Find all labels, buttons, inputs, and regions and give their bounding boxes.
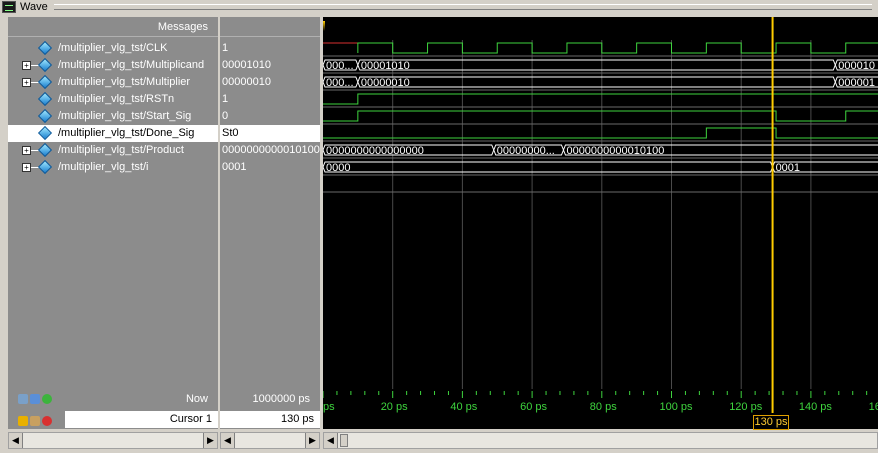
bus-value-label: 0000 xyxy=(326,162,350,174)
signal-names-pane: Messages /multiplier_vlg_tst/CLK + /multip… xyxy=(8,17,218,389)
ruler-tick-label: ps xyxy=(323,401,335,413)
edit-icon[interactable] xyxy=(30,416,40,426)
signal-name: /multiplier_vlg_tst/Multiplier xyxy=(58,76,191,88)
cursor-value: 130 ps xyxy=(220,411,320,428)
signal-value: 0001 xyxy=(222,161,247,173)
bus-value-label: 000010 xyxy=(838,60,875,72)
signal-diamond-icon xyxy=(37,40,53,56)
scroll-right-icon[interactable]: ▶ xyxy=(203,433,217,448)
bus-segment xyxy=(357,59,836,71)
bus-value-label: 00001010 xyxy=(361,60,410,72)
signal-row[interactable]: /multiplier_vlg_tst/Start_Sig xyxy=(8,108,218,125)
expand-icon[interactable]: + xyxy=(22,146,31,155)
waveform-pane[interactable]: 000... 00001010 000010 000... 00000010 000001… xyxy=(323,17,878,389)
bus-segment xyxy=(323,161,774,173)
window-titlebar: Wave xyxy=(0,0,878,14)
time-start-marker-icon xyxy=(323,21,325,31)
signal-name: /multiplier_vlg_tst/Done_Sig xyxy=(58,127,195,139)
ruler-tick-label: 160 xyxy=(869,401,878,413)
ruler-tick-label: 40 ps xyxy=(450,401,477,413)
now-value: 1000000 ps xyxy=(252,393,311,405)
signal-diamond-icon xyxy=(37,108,53,124)
signal-row[interactable]: + /multiplier_vlg_tst/Multiplier xyxy=(8,74,218,91)
bus-value-label: 0000000000000000 xyxy=(326,145,424,157)
expand-icon[interactable]: + xyxy=(22,78,31,87)
bus-value-label: 00000000... xyxy=(497,145,555,157)
signal-diamond-icon xyxy=(37,125,53,141)
clk-waveform xyxy=(357,42,878,54)
bus-segment xyxy=(357,76,836,88)
rstn-waveform xyxy=(323,93,878,105)
signal-name: /multiplier_vlg_tst/Start_Sig xyxy=(58,110,192,122)
scroll-left-icon[interactable]: ◀ xyxy=(324,433,338,448)
ruler-tick-label: 60 ps xyxy=(520,401,547,413)
cursor-marker-label[interactable]: 130 ps xyxy=(753,415,789,430)
signal-value: 00001010 xyxy=(222,59,271,71)
signal-name: /multiplier_vlg_tst/CLK xyxy=(58,42,168,54)
ruler-tick-label: 140 ps xyxy=(799,401,833,413)
signal-diamond-icon xyxy=(37,74,53,90)
signal-diamond-icon xyxy=(37,142,53,158)
bus-value-label: 0000000000010100 xyxy=(566,145,664,157)
signal-value: 1 xyxy=(222,93,229,105)
now-row: Now xyxy=(8,389,218,409)
signal-value: St0 xyxy=(220,125,320,142)
expand-icon[interactable]: + xyxy=(22,163,31,172)
signal-diamond-icon xyxy=(37,57,53,73)
scroll-left-icon[interactable]: ◀ xyxy=(221,433,235,448)
signal-name: /multiplier_vlg_tst/RSTn xyxy=(58,93,175,105)
done-sig-waveform xyxy=(323,127,878,139)
bus-value-label: 000... xyxy=(326,77,354,89)
signal-row[interactable]: + /multiplier_vlg_tst/i xyxy=(8,159,218,176)
time-footer-values: 1000000 ps 130 ps xyxy=(220,389,320,429)
signal-value: 00000010 xyxy=(222,76,271,88)
signal-row[interactable]: /multiplier_vlg_tst/RSTn xyxy=(8,91,218,108)
waveform-canvas[interactable]: 000... 00001010 000010 000... 00000010 000001… xyxy=(323,17,878,389)
now-label: Now xyxy=(185,393,208,405)
signal-name: /multiplier_vlg_tst/Multiplicand xyxy=(58,59,205,71)
values-header xyxy=(220,17,320,37)
scroll-left-icon[interactable]: ◀ xyxy=(9,433,23,448)
wave-scroll-thumb[interactable] xyxy=(340,434,348,447)
messages-header: Messages xyxy=(8,17,218,37)
signal-name: /multiplier_vlg_tst/Product xyxy=(58,144,184,156)
wave-scrollbar[interactable]: ◀ xyxy=(323,432,878,449)
signal-row[interactable]: + /multiplier_vlg_tst/Product xyxy=(8,142,218,159)
start-sig-waveform xyxy=(323,110,878,122)
signal-name: /multiplier_vlg_tst/i xyxy=(58,161,149,173)
signal-diamond-icon xyxy=(37,91,53,107)
ruler-tick-label: 120 ps xyxy=(729,401,763,413)
signal-value: 1 xyxy=(222,42,229,54)
signal-row[interactable]: /multiplier_vlg_tst/Done_Sig xyxy=(8,125,218,142)
wave-window-icon xyxy=(2,1,16,13)
signal-value: 0 xyxy=(222,110,229,122)
ruler-tick-label: 100 ps xyxy=(660,401,694,413)
bus-value-label: 00000010 xyxy=(361,77,410,89)
timeline-ruler[interactable]: ps 20 ps 40 ps 60 ps 80 ps 100 ps 120 ps 140 ps… xyxy=(322,389,878,429)
names-scrollbar[interactable]: ◀ ▶ xyxy=(8,432,218,449)
ruler-tick-label: 80 ps xyxy=(590,401,617,413)
signal-values-pane: 1 00001010 00000010 1 0 St0 0000000000010100 00… xyxy=(220,17,320,389)
signal-row[interactable]: /multiplier_vlg_tst/CLK xyxy=(8,40,218,57)
signal-value: 0000000000010100 xyxy=(222,144,320,156)
ruler-canvas[interactable]: ps 20 ps 40 ps 60 ps 80 ps 100 ps 120 ps 140 ps… xyxy=(322,389,878,429)
values-scrollbar[interactable]: ◀ ▶ xyxy=(220,432,320,449)
bus-value-label: 000001 xyxy=(838,77,875,89)
ruler-tick-label: 20 ps xyxy=(381,401,408,413)
delete-cursor-icon[interactable] xyxy=(42,416,52,426)
window-title: Wave xyxy=(20,1,48,13)
scroll-right-icon[interactable]: ▶ xyxy=(305,433,319,448)
signal-row[interactable]: + /multiplier_vlg_tst/Multiplicand xyxy=(8,57,218,74)
bus-value-label: 000... xyxy=(326,60,354,72)
expand-icon[interactable]: + xyxy=(22,61,31,70)
now-value-row: 1000000 ps xyxy=(220,389,320,409)
bus-value-label: 0001 xyxy=(776,162,800,174)
time-footer-names: Now Cursor 1 xyxy=(8,389,218,429)
lock-icon[interactable] xyxy=(18,416,28,426)
titlebar-grip[interactable] xyxy=(53,4,872,10)
cursor-icons xyxy=(18,416,52,426)
signal-diamond-icon xyxy=(37,159,53,175)
cursor-name[interactable]: Cursor 1 xyxy=(65,411,218,428)
